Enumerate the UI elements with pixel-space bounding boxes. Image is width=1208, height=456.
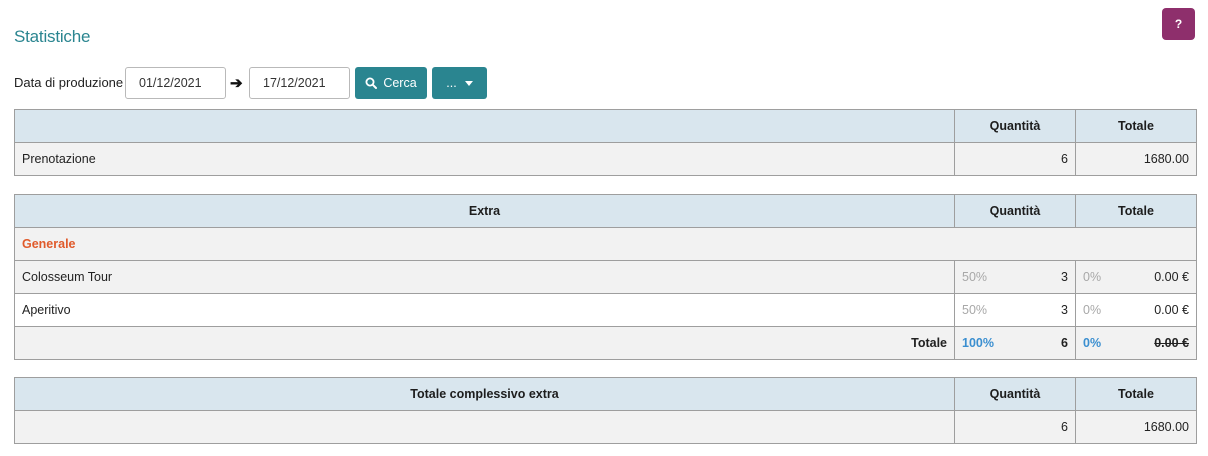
table-row: 6 1680.00	[14, 410, 1197, 444]
header-total: Totale	[1075, 109, 1197, 143]
row-quantity: 6	[954, 142, 1076, 176]
row-name: Aperitivo	[14, 293, 955, 327]
more-options-button[interactable]: ...	[432, 67, 487, 99]
header-quantity: Quantità	[954, 194, 1076, 228]
group-title: Generale	[14, 227, 1197, 261]
row-quantity: 6	[954, 410, 1076, 444]
summary-quantity: 6	[1061, 336, 1068, 350]
row-name	[14, 410, 955, 444]
date-from-input[interactable]	[125, 67, 226, 99]
table-header-row: Extra Quantità Totale	[14, 194, 1197, 228]
caret-down-icon	[464, 80, 473, 86]
header-name: Extra	[14, 194, 955, 228]
row-quantity-percent: 50%	[962, 270, 988, 284]
search-button[interactable]: Cerca	[355, 67, 427, 99]
header-total: Totale	[1075, 194, 1197, 228]
header-quantity: Quantità	[954, 109, 1076, 143]
table-row: Aperitivo 50% 3 0% 0.00 €	[14, 293, 1197, 327]
row-name: Prenotazione	[14, 142, 955, 176]
row-quantity-percent: 50%	[962, 303, 988, 317]
row-total: 0.00 €	[1154, 270, 1189, 284]
help-button[interactable]: ?	[1162, 8, 1195, 40]
production-date-label: Data di produzione	[14, 75, 124, 90]
row-total-cell: 0% 0.00 €	[1075, 293, 1197, 327]
summary-quantity-percent: 100%	[962, 336, 994, 350]
row-quantity-cell: 50% 3	[954, 260, 1076, 294]
more-options-label: ...	[446, 76, 457, 90]
row-quantity: 3	[1061, 303, 1068, 317]
header-name: Totale complessivo extra	[14, 377, 955, 411]
table-row: Prenotazione 6 1680.00	[14, 142, 1197, 176]
row-name: Colosseum Tour	[14, 260, 955, 294]
row-total: 1680.00	[1075, 142, 1197, 176]
row-total: 1680.00	[1075, 410, 1197, 444]
grand-total-table: Totale complessivo extra Quantità Totale…	[14, 377, 1197, 444]
table-header-row: Totale complessivo extra Quantità Totale	[14, 377, 1197, 411]
row-quantity: 3	[1061, 270, 1068, 284]
table-header-row: Quantità Totale	[14, 109, 1197, 143]
row-total: 0.00 €	[1154, 303, 1189, 317]
row-total-percent: 0%	[1083, 303, 1102, 317]
row-quantity-cell: 50% 3	[954, 293, 1076, 327]
table-row: Colosseum Tour 50% 3 0% 0.00 €	[14, 260, 1197, 294]
header-total: Totale	[1075, 377, 1197, 411]
group-row: Generale	[14, 227, 1197, 261]
arrow-right-icon: ➔	[230, 75, 243, 92]
summary-label: Totale	[14, 326, 955, 360]
header-quantity: Quantità	[954, 377, 1076, 411]
row-total-cell: 0% 0.00 €	[1075, 260, 1197, 294]
summary-total-cell: 0% 0.00 €	[1075, 326, 1197, 360]
search-icon	[365, 77, 378, 89]
summary-total: 0.00 €	[1154, 336, 1189, 350]
booking-table: Quantità Totale Prenotazione 6 1680.00	[14, 109, 1197, 176]
summary-row: Totale 100% 6 0% 0.00 €	[14, 326, 1197, 360]
row-total-percent: 0%	[1083, 270, 1102, 284]
date-to-input[interactable]	[249, 67, 350, 99]
header-name	[14, 109, 955, 143]
page-title: Statistiche	[14, 27, 91, 46]
extra-table: Extra Quantità Totale Generale Colosseum…	[14, 194, 1197, 360]
summary-quantity-cell: 100% 6	[954, 326, 1076, 360]
search-button-label: Cerca	[383, 76, 417, 90]
summary-total-percent: 0%	[1083, 336, 1102, 350]
